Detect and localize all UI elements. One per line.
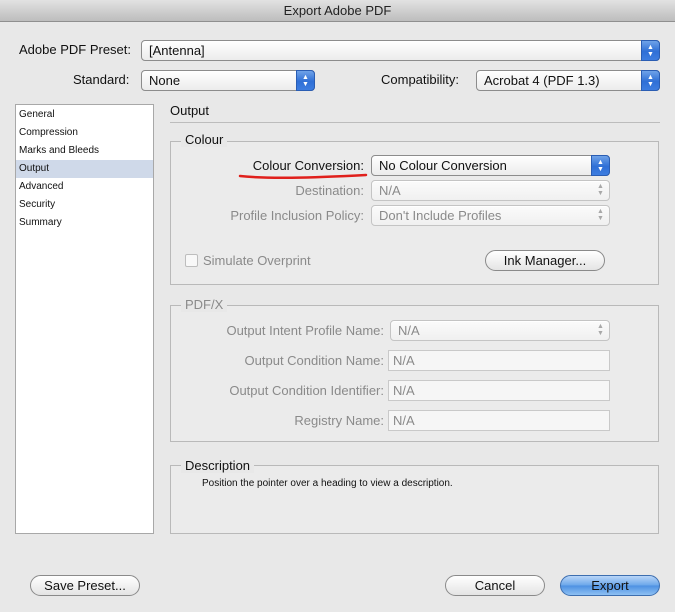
popup-arrows-icon: ▲ ▼ [296,70,315,91]
output-intent-popup[interactable]: N/A ▲ ▼ [390,320,610,341]
sidebar-item-compression[interactable]: Compression [16,124,153,142]
standard-value: None [149,73,181,88]
registry-name-value: N/A [393,413,415,428]
sidebar-item-summary[interactable]: Summary [16,214,153,232]
simulate-overprint-label: Simulate Overprint [203,253,311,268]
destination-value: N/A [379,183,401,198]
colour-conversion-popup[interactable]: No Colour Conversion ▲ ▼ [371,155,610,176]
popup-arrows-icon: ▲ ▼ [641,40,660,61]
output-condition-identifier-label: Output Condition Identifier: [229,383,384,398]
section-title: Output [170,103,210,118]
sidebar-item-general[interactable]: General [16,106,153,124]
sidebar-item-marks-and-bleeds[interactable]: Marks and Bleeds [16,142,153,160]
compatibility-popup[interactable]: Acrobat 4 (PDF 1.3) ▲ ▼ [476,70,660,91]
sidebar-item-advanced[interactable]: Advanced [16,178,153,196]
output-intent-value: N/A [398,323,420,338]
category-sidebar: General Compression Marks and Bleeds Out… [15,104,154,534]
description-group-title: Description [181,458,255,473]
section-divider [170,122,660,123]
cancel-button[interactable]: Cancel [445,575,545,596]
colour-group-title: Colour [181,132,228,147]
simulate-overprint-checkbox[interactable] [185,254,198,267]
compatibility-label: Compatibility: [381,72,460,87]
output-condition-name-field[interactable]: N/A [388,350,610,371]
output-condition-name-value: N/A [393,353,415,368]
preset-popup[interactable]: [Antenna] ▲ ▼ [141,40,660,61]
profile-inclusion-label: Profile Inclusion Policy: [230,208,364,223]
window-title-bar: Export Adobe PDF [0,0,675,22]
profile-inclusion-value: Don't Include Profiles [379,208,502,223]
destination-popup[interactable]: N/A ▲ ▼ [371,180,610,201]
window-title: Export Adobe PDF [283,3,392,18]
popup-arrows-icon: ▲ ▼ [597,183,604,197]
compatibility-value: Acrobat 4 (PDF 1.3) [484,73,600,88]
description-group [170,465,659,534]
sidebar-item-output[interactable]: Output [16,160,153,178]
colour-conversion-value: No Colour Conversion [379,158,507,173]
popup-arrows-icon: ▲ ▼ [597,208,604,222]
annotation-underline [238,173,368,180]
export-button[interactable]: Export [560,575,660,596]
sidebar-item-security[interactable]: Security [16,196,153,214]
popup-arrows-icon: ▲ ▼ [597,323,604,337]
output-condition-identifier-value: N/A [393,383,415,398]
standard-label: Standard: [73,72,130,87]
save-preset-button[interactable]: Save Preset... [30,575,140,596]
preset-value: [Antenna] [149,43,205,58]
destination-label: Destination: [295,183,364,198]
standard-popup[interactable]: None ▲ ▼ [141,70,315,91]
pdfx-group-title: PDF/X [181,297,228,312]
colour-conversion-label: Colour Conversion: [252,158,364,173]
output-condition-identifier-field[interactable]: N/A [388,380,610,401]
description-text: Position the pointer over a heading to v… [202,478,453,489]
popup-arrows-icon: ▲ ▼ [591,155,610,176]
ink-manager-button[interactable]: Ink Manager... [485,250,605,271]
registry-name-label: Registry Name: [294,413,384,428]
output-condition-name-label: Output Condition Name: [244,353,384,368]
profile-inclusion-popup[interactable]: Don't Include Profiles ▲ ▼ [371,205,610,226]
registry-name-field[interactable]: N/A [388,410,610,431]
output-intent-label: Output Intent Profile Name: [226,323,384,338]
preset-label: Adobe PDF Preset: [19,42,131,57]
popup-arrows-icon: ▲ ▼ [641,70,660,91]
